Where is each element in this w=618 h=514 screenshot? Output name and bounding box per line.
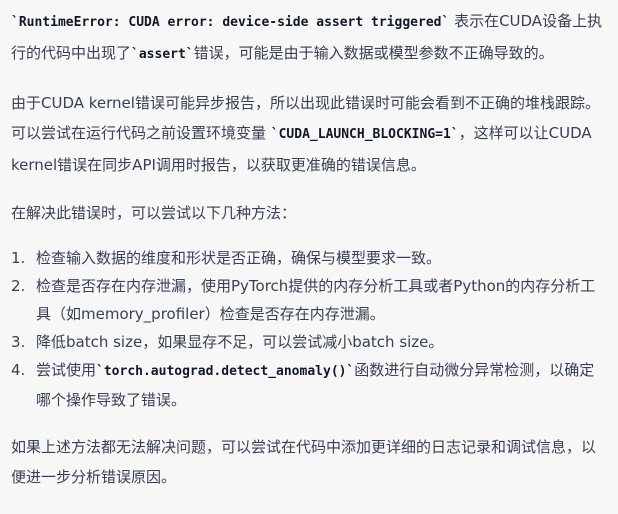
list-item: 2. 检查是否存在内存泄漏，使用PyTorch提供的内存分析工具或者Python的… bbox=[11, 272, 608, 328]
paragraph-async-report: 由于CUDA kernel错误可能异步报告，所以出现此错误时可能会看到不正确的堆… bbox=[11, 88, 608, 180]
list-item: 3. 降低batch size，如果显存不足，可以尝试减小batch size。 bbox=[11, 328, 608, 356]
list-item-number: 1. bbox=[11, 249, 26, 267]
list-item: 4. 尝试使用`torch.autograd.detect_anomaly()`函… bbox=[11, 356, 608, 414]
inline-code-detect-anomaly: `torch.autograd.detect_anomaly()` bbox=[96, 364, 355, 379]
list-item-text: 检查输入数据的维度和形状是否正确，确保与模型要求一致。 bbox=[36, 249, 442, 267]
inline-code-assert: `assert` bbox=[131, 47, 194, 62]
list-item-text: 尝试使用 bbox=[36, 361, 97, 379]
paragraph-methods-intro: 在解决此错误时，可以尝试以下几种方法： bbox=[11, 204, 297, 222]
list-item-number: 4. bbox=[11, 361, 26, 379]
answer-content: `RuntimeError: CUDA error: device-side a… bbox=[0, 0, 618, 492]
list-item-text: 检查是否存在内存泄漏，使用PyTorch提供的内存分析工具或者Python的内存… bbox=[36, 277, 596, 323]
paragraph-conclusion: 如果上述方法都无法解决问题，可以尝试在代码中添加更详细的日志记录和调试信息，以便… bbox=[11, 438, 597, 486]
inline-code-env-var: `CUDA_LAUNCH_BLOCKING=1` bbox=[270, 127, 459, 142]
inline-code-runtime-error: `RuntimeError: CUDA error: device-side a… bbox=[11, 15, 450, 30]
methods-list: 1. 检查输入数据的维度和形状是否正确，确保与模型要求一致。 2. 检查是否存在内存… bbox=[11, 244, 608, 414]
list-item-number: 3. bbox=[11, 333, 26, 351]
list-item: 1. 检查输入数据的维度和形状是否正确，确保与模型要求一致。 bbox=[11, 244, 608, 272]
list-item-number: 2. bbox=[11, 277, 26, 295]
paragraph-text: 错误，可能是由于输入数据或模型参数不正确导致的。 bbox=[193, 44, 554, 62]
paragraph-error-explanation: `RuntimeError: CUDA error: device-side a… bbox=[11, 6, 608, 70]
list-item-text: 降低batch size，如果显存不足，可以尝试减小batch size。 bbox=[36, 333, 444, 351]
